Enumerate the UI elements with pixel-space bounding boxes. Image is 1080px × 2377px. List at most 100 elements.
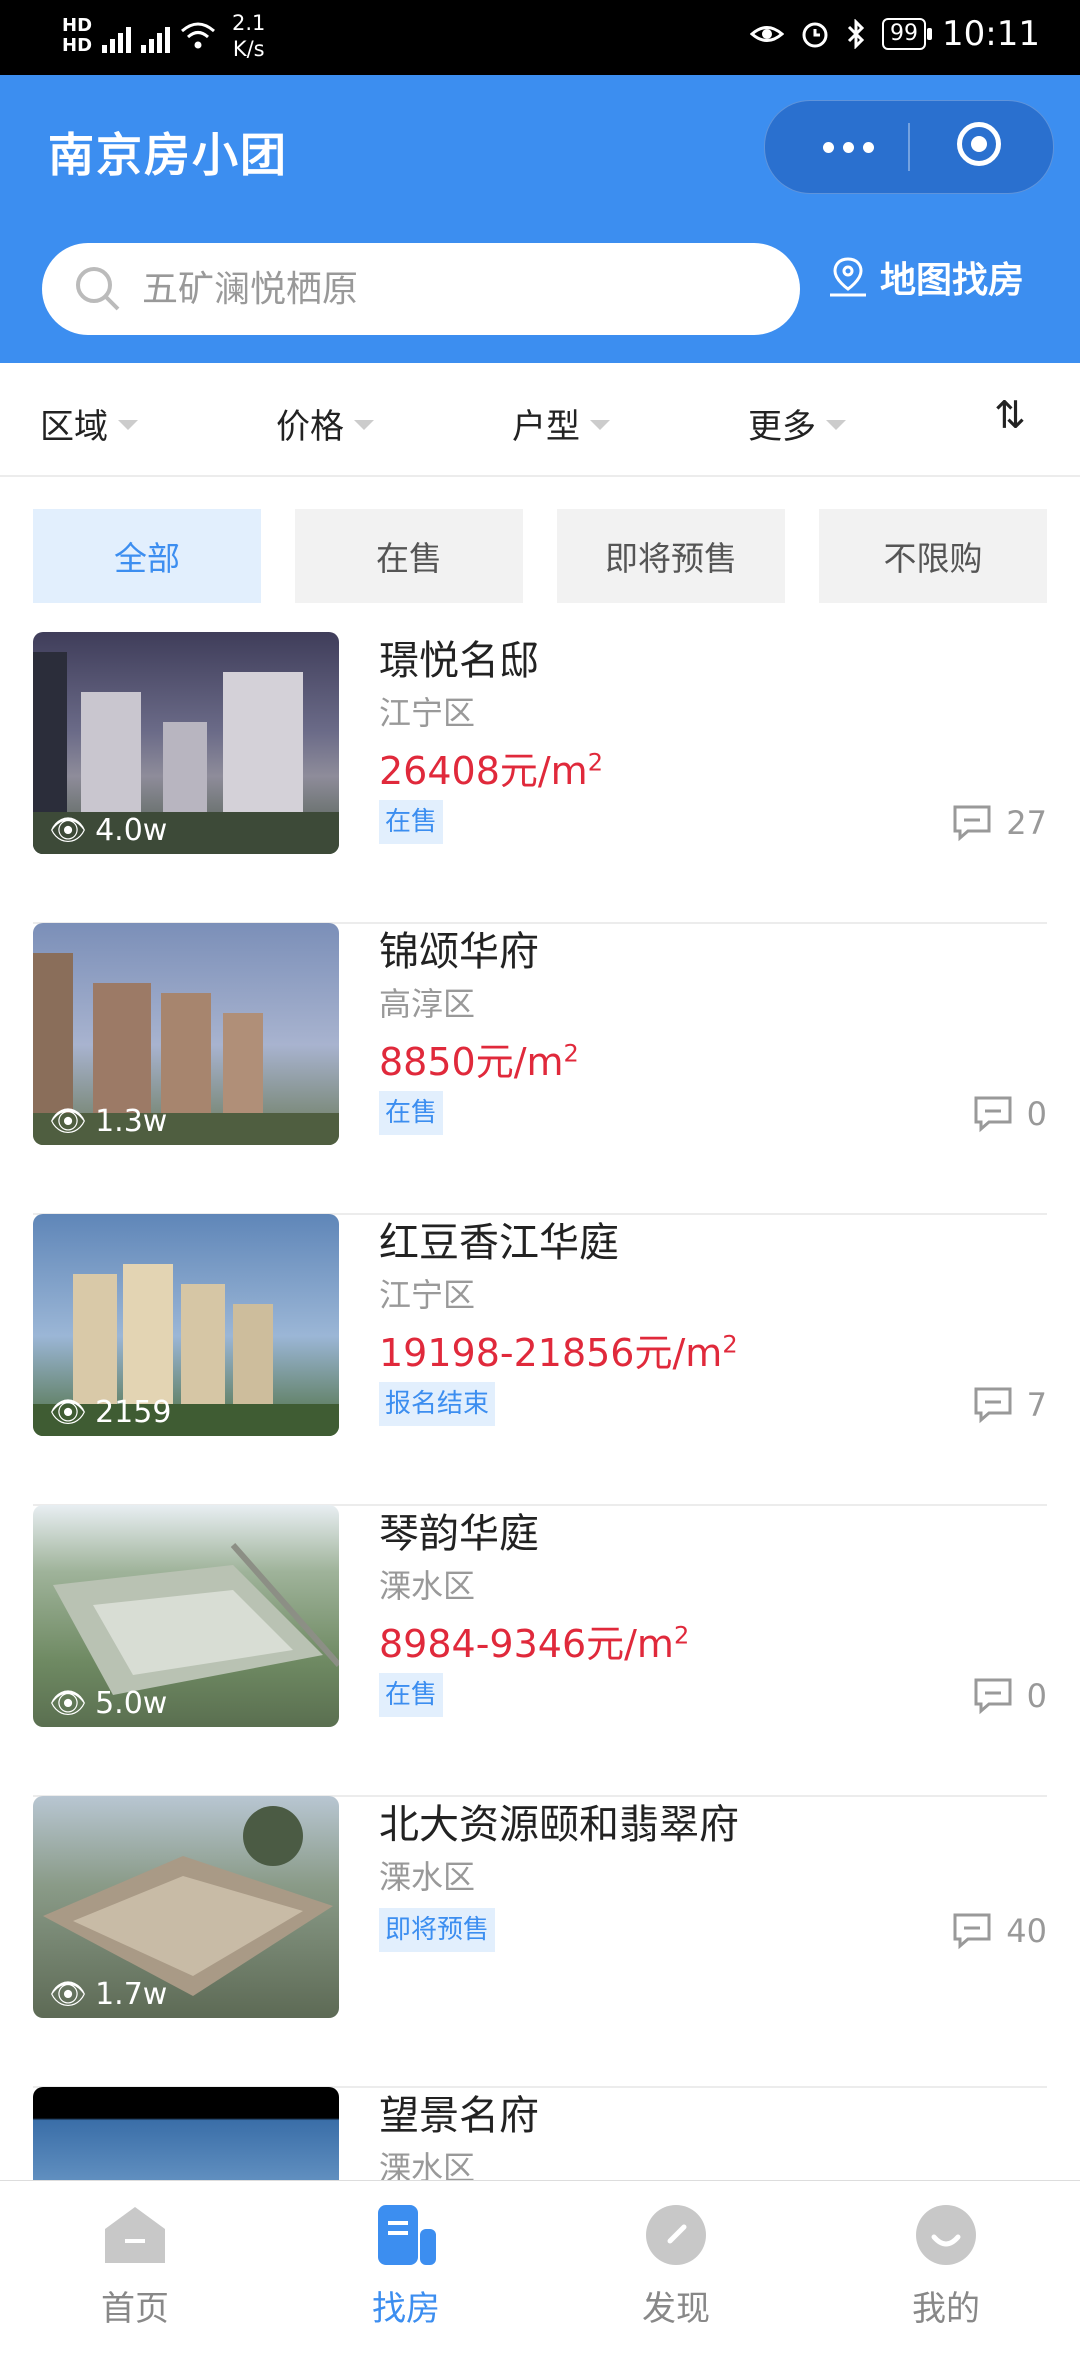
tab-label: 找房: [372, 2289, 440, 2329]
view-count: 👁 2159: [49, 1395, 171, 1430]
net-speed: 2.1 K/s: [232, 10, 265, 62]
filter-price[interactable]: 价格: [276, 399, 374, 448]
filter-bar: 区域 价格 户型 更多 ⇅: [0, 363, 1080, 477]
comment-count-value: 40: [1006, 1912, 1047, 1950]
compass-icon: [646, 2205, 706, 2265]
comment-icon: [953, 1913, 991, 1950]
comment-count[interactable]: 0: [973, 1677, 1047, 1715]
comment-count[interactable]: 0: [973, 1095, 1047, 1133]
map-search-label: 地图找房: [880, 260, 1025, 301]
comment-count[interactable]: 27: [952, 804, 1047, 842]
list-item[interactable]: 👁 1.3w 锦颂华府 高淳区 8850元/m2 在售 0: [33, 923, 1047, 1215]
caret-down-icon: [826, 419, 846, 430]
tab-home[interactable]: 首页: [35, 2199, 235, 2330]
search-icon: [76, 267, 120, 311]
property-district: 江宁区: [379, 1276, 476, 1314]
property-district: 江宁区: [379, 694, 476, 732]
close-target-icon[interactable]: [957, 122, 1001, 166]
net-speed-value: 2.1: [232, 11, 266, 35]
status-right: 99 10:11: [750, 14, 1040, 54]
property-district: 高淳区: [379, 985, 476, 1023]
price-value: 19198-21856元/m: [379, 1331, 723, 1375]
view-count-value: 5.0w: [95, 1686, 168, 1721]
status-badge: 在售: [379, 1091, 444, 1135]
hd-label: HD: [62, 35, 93, 56]
property-thumbnail: 👁 4.0w: [33, 632, 339, 854]
filter-label: 区域: [40, 407, 108, 447]
tab-label: 首页: [101, 2289, 169, 2329]
tab-on-sale[interactable]: 在售: [295, 509, 523, 603]
status-tabs: 全部 在售 即将预售 不限购: [33, 509, 1047, 603]
filter-more[interactable]: 更多: [748, 399, 846, 448]
caret-down-icon: [354, 419, 374, 430]
list-item[interactable]: 👁 4.0w 璟悦名邸 江宁区 26408元/m2 在售 27: [33, 632, 1047, 924]
capsule-divider: [908, 123, 910, 171]
tab-find-house[interactable]: 找房: [306, 2199, 506, 2330]
comment-icon: [953, 805, 991, 842]
comment-icon: [974, 1678, 1012, 1715]
view-count: 👁 1.7w: [49, 1977, 167, 2012]
property-price: 26408元/m2: [379, 740, 603, 795]
hd-indicator: HD HD: [62, 16, 92, 56]
status-badge: 报名结束: [379, 1382, 496, 1426]
property-name: 璟悦名邸: [379, 638, 539, 684]
eye-icon: 👁: [49, 813, 88, 848]
price-unit-sup: 2: [587, 748, 603, 777]
status-badge: 在售: [379, 1673, 444, 1717]
tab-label: 我的: [912, 2289, 980, 2329]
tab-all[interactable]: 全部: [33, 509, 261, 603]
list-item[interactable]: 👁 5.0w 琴韵华庭 溧水区 8984-9346元/m2 在售 0: [33, 1505, 1047, 1797]
eye-icon: 👁: [49, 1686, 88, 1721]
tab-discover[interactable]: 发现: [576, 2199, 776, 2330]
status-bar: HD HD 2.1 K/s 99 10:11: [0, 0, 1080, 75]
more-icon[interactable]: [805, 119, 891, 175]
hd-label: HD: [62, 15, 93, 36]
map-pin-icon: [830, 257, 866, 297]
alarm-icon: [802, 22, 828, 48]
filter-layout[interactable]: 户型: [512, 399, 610, 448]
comment-count[interactable]: 40: [952, 1912, 1047, 1950]
status-left: HD HD 2.1 K/s: [62, 10, 265, 62]
status-badge: 在售: [379, 800, 444, 844]
property-name: 红豆香江华庭: [379, 1220, 619, 1266]
property-price: 8850元/m2: [379, 1031, 579, 1086]
search-input[interactable]: [140, 267, 744, 311]
search-bar[interactable]: [42, 243, 800, 335]
list-item[interactable]: 👁 1.7w 北大资源颐和翡翠府 溧水区 即将预售 40: [33, 1796, 1047, 2088]
comment-count-value: 7: [1026, 1386, 1047, 1424]
comment-count-value: 27: [1006, 804, 1047, 842]
filter-label: 户型: [512, 407, 580, 447]
property-name: 望景名府: [379, 2093, 539, 2139]
comment-count-value: 0: [1026, 1095, 1047, 1133]
tab-no-purchase-limit[interactable]: 不限购: [819, 509, 1047, 603]
tab-mine[interactable]: 我的: [846, 2199, 1046, 2330]
signal-icon: [102, 19, 132, 53]
comment-count[interactable]: 7: [973, 1386, 1047, 1424]
comment-count-value: 0: [1026, 1677, 1047, 1715]
view-count-value: 2159: [95, 1395, 172, 1430]
map-search-button[interactable]: 地图找房: [826, 251, 1024, 303]
sort-icon[interactable]: ⇅: [994, 393, 1026, 437]
comment-icon: [974, 1387, 1012, 1424]
eye-icon: 👁: [49, 1395, 88, 1430]
eye-icon: 👁: [49, 1104, 88, 1139]
filter-area[interactable]: 区域: [40, 399, 138, 448]
bottom-tab-bar: 首页 找房 发现 我的: [0, 2180, 1080, 2341]
caret-down-icon: [118, 419, 138, 430]
property-name: 锦颂华府: [379, 929, 539, 975]
bluetooth-icon: [847, 19, 865, 49]
property-name: 琴韵华庭: [379, 1511, 539, 1557]
app-title: 南京房小团: [48, 128, 288, 182]
eye-comfort-icon: [750, 26, 785, 42]
profile-icon: [916, 2205, 976, 2265]
property-district: 溧水区: [379, 1858, 476, 1896]
list-item[interactable]: 👁 2159 红豆香江华庭 江宁区 19198-21856元/m2 报名结束 7: [33, 1214, 1047, 1506]
signal-icon: [141, 19, 171, 53]
view-count-value: 1.7w: [95, 1977, 168, 2012]
status-badge: 即将预售: [379, 1908, 496, 1952]
mini-program-capsule: [764, 100, 1054, 194]
clock: 10:11: [942, 14, 1040, 54]
caret-down-icon: [590, 419, 610, 430]
price-value: 8850元/m: [379, 1040, 564, 1084]
tab-presale-soon[interactable]: 即将预售: [557, 509, 785, 603]
